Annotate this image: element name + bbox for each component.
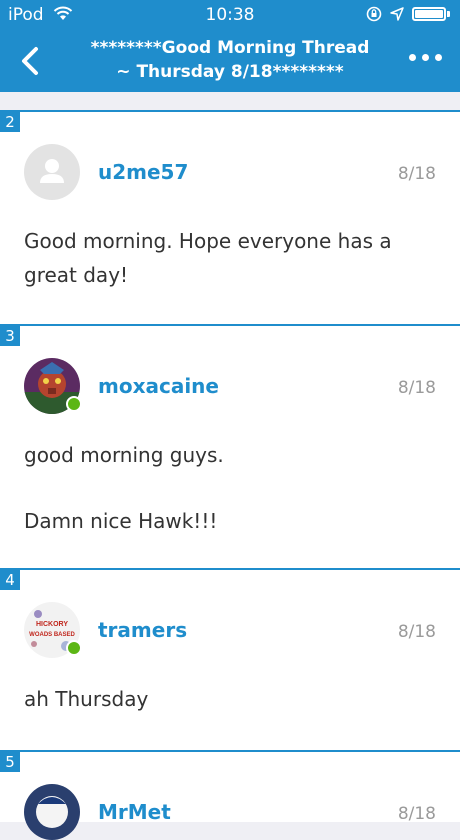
- thread-title-line2: ~ Thursday 8/18********: [116, 62, 344, 82]
- post-body: good morning guys. Damn nice Hawk!!!: [24, 438, 436, 538]
- more-dot: [435, 54, 442, 61]
- status-right: [366, 6, 450, 22]
- post-username[interactable]: moxacaine: [98, 374, 219, 398]
- avatar[interactable]: HICKORY WOADS BASED: [24, 602, 82, 658]
- post-number: 4: [0, 570, 20, 590]
- avatar[interactable]: [24, 144, 80, 200]
- orientation-lock-icon: [366, 6, 382, 22]
- post-date: 8/18: [397, 622, 436, 642]
- post-text: Damn nice Hawk!!!: [24, 509, 218, 533]
- avatar-text: WOADS BASED: [29, 632, 75, 638]
- online-indicator: [66, 640, 82, 656]
- more-dot: [409, 54, 416, 61]
- post-text: good morning guys.: [24, 443, 224, 467]
- post-text: ah Thursday: [24, 687, 149, 711]
- post-text: Good morning. Hope everyone has a great …: [24, 229, 392, 287]
- nav-bar: ********Good Morning Thread ~ Thursday 8…: [0, 30, 460, 92]
- post-body: ah Thursday: [24, 682, 436, 716]
- thread-title-line1: ********Good Morning Thread: [90, 38, 370, 58]
- more-button[interactable]: [409, 54, 442, 61]
- post-date: 8/18: [397, 164, 436, 184]
- post-username[interactable]: tramers: [98, 618, 187, 642]
- app-header: iPod 10:38 ********Good Morning Thread ~…: [0, 0, 460, 92]
- post-date: 8/18: [397, 804, 436, 824]
- post-item[interactable]: 4 HICKORY WOADS BASED tramers 8/18 ah Th…: [0, 568, 460, 750]
- post-number: 5: [0, 752, 20, 772]
- post-item[interactable]: 3 moxacaine 8/18 good morning guys. Damn…: [0, 324, 460, 568]
- post-username[interactable]: u2me57: [98, 160, 188, 184]
- post-number: 2: [0, 112, 20, 132]
- battery-cap: [447, 11, 450, 17]
- post-date: 8/18: [397, 378, 436, 398]
- location-icon: [390, 7, 404, 21]
- post-body: Good morning. Hope everyone has a great …: [24, 224, 436, 292]
- battery-icon: [412, 7, 446, 21]
- more-dot: [422, 54, 429, 61]
- avatar[interactable]: [24, 784, 80, 840]
- avatar-image: [24, 784, 80, 840]
- thread-title: ********Good Morning Thread ~ Thursday 8…: [70, 36, 390, 84]
- post-username[interactable]: MrMet: [98, 800, 171, 824]
- post-item[interactable]: 2 u2me57 8/18 Good morning. Hope everyon…: [0, 110, 460, 324]
- avatar[interactable]: [24, 358, 82, 414]
- status-bar: iPod 10:38: [0, 0, 460, 30]
- avatar-text: HICKORY: [36, 621, 68, 628]
- default-avatar-icon: [24, 144, 80, 200]
- post-item[interactable]: 5 MrMet 8/18: [0, 750, 460, 840]
- post-number: 3: [0, 326, 20, 346]
- online-indicator: [66, 396, 82, 412]
- chevron-left-icon: [22, 47, 38, 75]
- back-button[interactable]: [14, 42, 46, 80]
